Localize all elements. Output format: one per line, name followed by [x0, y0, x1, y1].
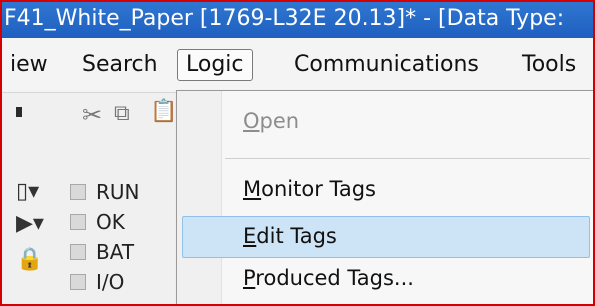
menu-item-open-mnemonic: O [243, 109, 260, 133]
controller-mode-icon[interactable]: ▯▾ [16, 179, 39, 204]
status-bat-indicator [70, 244, 86, 260]
menu-item-monitor-tags-label: onitor Tags [261, 177, 376, 201]
copy-icon[interactable]: ⧉ [114, 101, 130, 126]
logic-menu-dropdown: Open Monitor Tags Edit Tags Produced Tag… [176, 90, 593, 304]
status-bat-label: BAT [96, 240, 135, 264]
title-bar: F41_White_Paper [1769-L32E 20.13]* - [Da… [2, 2, 593, 38]
status-ok-indicator [70, 214, 86, 230]
menu-item-open[interactable]: Open [243, 103, 299, 139]
menu-item-produced-tags-mnemonic: P [243, 266, 256, 290]
menu-item-produced-tags[interactable]: Produced Tags... [243, 260, 414, 296]
status-run: RUN [70, 180, 140, 204]
status-io-indicator [70, 274, 86, 290]
paste-icon[interactable]: 📋 [150, 99, 177, 124]
menu-item-edit-tags[interactable]: Edit Tags [243, 218, 337, 254]
status-run-indicator [70, 184, 86, 200]
run-mode-icon[interactable]: ▶▾ [16, 211, 44, 236]
menu-item-monitor-tags-mnemonic: M [243, 177, 262, 201]
menu-icon-column [177, 91, 222, 304]
menu-separator [225, 158, 590, 159]
menu-item-monitor-tags[interactable]: Monitor Tags [243, 171, 376, 207]
toolbar-grip-icon [16, 107, 22, 117]
toolbar-area: ✂ ⧉ 📋 ▯▾ ▶▾ 🔒 RUN OK BAT I/O [2, 93, 182, 304]
cut-icon[interactable]: ✂ [82, 101, 102, 129]
status-io-label: I/O [96, 270, 125, 294]
status-bat: BAT [70, 240, 134, 264]
menu-item-edit-tags-label: dit Tags [256, 224, 337, 248]
keyswitch-lock-icon[interactable]: 🔒 [16, 247, 43, 272]
menu-item-open-label: pen [259, 109, 300, 133]
menu-tools[interactable]: Tools [514, 49, 584, 81]
menu-item-produced-tags-label: roduced Tags... [255, 266, 414, 290]
menu-communications[interactable]: Communications [286, 49, 487, 81]
menu-item-edit-tags-mnemonic: E [243, 224, 257, 248]
menu-search[interactable]: Search [74, 49, 166, 81]
window-title: F41_White_Paper [1769-L32E 20.13]* - [Da… [4, 6, 565, 31]
status-io: I/O [70, 270, 124, 294]
status-ok: OK [70, 210, 125, 234]
menu-view[interactable]: iew [2, 49, 56, 81]
status-run-label: RUN [96, 180, 140, 204]
menu-bar: iew Search Logic Communications Tools [2, 38, 593, 93]
app-window: F41_White_Paper [1769-L32E 20.13]* - [Da… [0, 0, 595, 306]
menu-logic[interactable]: Logic [177, 49, 253, 81]
status-ok-label: OK [96, 210, 125, 234]
